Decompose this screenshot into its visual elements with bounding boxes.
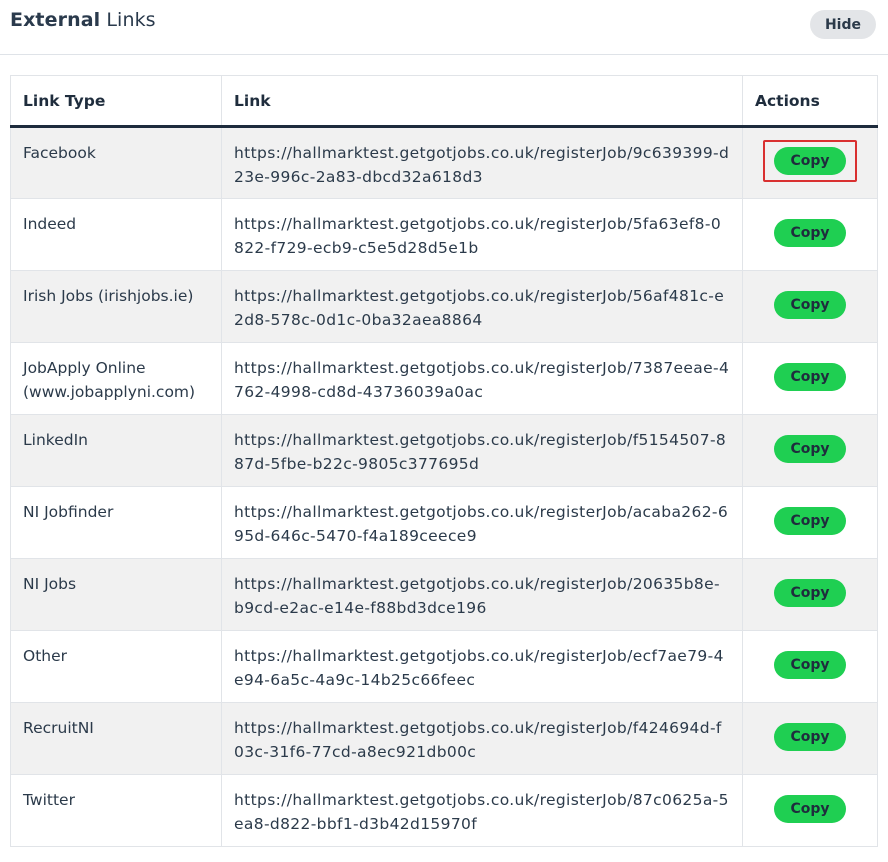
link-type-cell: NI Jobs bbox=[10, 558, 222, 631]
copy-button[interactable]: Copy bbox=[774, 362, 846, 391]
link-type-cell: Facebook bbox=[10, 126, 222, 199]
actions-cell: Copy bbox=[742, 630, 878, 703]
copy-button-wrapper: Copy bbox=[763, 212, 857, 254]
link-url-cell: https://hallmarktest.getgotjobs.co.uk/re… bbox=[221, 774, 743, 847]
link-type-cell: NI Jobfinder bbox=[10, 486, 222, 559]
actions-cell: Copy bbox=[742, 414, 878, 487]
link-type-cell: Other bbox=[10, 630, 222, 703]
hide-button[interactable]: Hide bbox=[810, 10, 876, 39]
external-links-table: Link Type Link Actions Facebook https://h… bbox=[10, 75, 878, 847]
copy-button[interactable]: Copy bbox=[774, 434, 846, 463]
copy-button[interactable]: Copy bbox=[774, 290, 846, 319]
table-row: NI Jobfinder https://hallmarktest.getgotj… bbox=[10, 486, 878, 559]
actions-cell: Copy bbox=[742, 774, 878, 847]
actions-cell: Copy bbox=[742, 342, 878, 415]
link-url-cell: https://hallmarktest.getgotjobs.co.uk/re… bbox=[221, 342, 743, 415]
link-type-cell: Twitter bbox=[10, 774, 222, 847]
actions-cell: Copy bbox=[742, 702, 878, 775]
copy-button[interactable]: Copy bbox=[774, 794, 846, 823]
table-header-row: Link Type Link Actions bbox=[10, 75, 878, 128]
link-url-cell: https://hallmarktest.getgotjobs.co.uk/re… bbox=[221, 198, 743, 271]
table-row: LinkedIn https://hallmarktest.getgotjobs.… bbox=[10, 414, 878, 487]
actions-cell: Copy bbox=[742, 198, 878, 271]
section-title-rest: Links bbox=[100, 9, 156, 31]
table-row: RecruitNI https://hallmarktest.getgotjobs… bbox=[10, 702, 878, 775]
link-url-cell: https://hallmarktest.getgotjobs.co.uk/re… bbox=[221, 414, 743, 487]
link-url-cell: https://hallmarktest.getgotjobs.co.uk/re… bbox=[221, 630, 743, 703]
copy-button-highlight-frame: Copy bbox=[763, 140, 857, 182]
link-type-cell: LinkedIn bbox=[10, 414, 222, 487]
copy-button-wrapper: Copy bbox=[763, 500, 857, 542]
copy-button-wrapper: Copy bbox=[763, 572, 857, 614]
link-type-cell: RecruitNI bbox=[10, 702, 222, 775]
link-type-cell: JobApply Online (www.jobapplyni.com) bbox=[10, 342, 222, 415]
column-header-link: Link bbox=[221, 75, 743, 128]
table-row: Indeed https://hallmarktest.getgotjobs.co… bbox=[10, 198, 878, 271]
table-row: Facebook https://hallmarktest.getgotjobs.… bbox=[10, 126, 878, 199]
table-row: Twitter https://hallmarktest.getgotjobs.c… bbox=[10, 774, 878, 847]
table-row: JobApply Online (www.jobapplyni.com) http… bbox=[10, 342, 878, 415]
link-type-cell: Indeed bbox=[10, 198, 222, 271]
link-url-cell: https://hallmarktest.getgotjobs.co.uk/re… bbox=[221, 126, 743, 199]
section-header: External Links Hide bbox=[0, 0, 888, 55]
actions-cell: Copy bbox=[742, 270, 878, 343]
section-title: External Links bbox=[10, 9, 156, 31]
copy-button-wrapper: Copy bbox=[763, 356, 857, 398]
copy-button-wrapper: Copy bbox=[763, 428, 857, 470]
actions-cell: Copy bbox=[742, 126, 878, 199]
copy-button[interactable]: Copy bbox=[774, 578, 846, 607]
link-url-cell: https://hallmarktest.getgotjobs.co.uk/re… bbox=[221, 270, 743, 343]
link-type-cell: Irish Jobs (irishjobs.ie) bbox=[10, 270, 222, 343]
copy-button-wrapper: Copy bbox=[763, 716, 857, 758]
actions-cell: Copy bbox=[742, 558, 878, 631]
column-header-link-type: Link Type bbox=[10, 75, 222, 128]
link-url-cell: https://hallmarktest.getgotjobs.co.uk/re… bbox=[221, 702, 743, 775]
table-row: Irish Jobs (irishjobs.ie) https://hallmar… bbox=[10, 270, 878, 343]
copy-button-wrapper: Copy bbox=[763, 788, 857, 830]
table-row: Other https://hallmarktest.getgotjobs.co.… bbox=[10, 630, 878, 703]
copy-button-wrapper: Copy bbox=[763, 284, 857, 326]
copy-button-wrapper: Copy bbox=[763, 644, 857, 686]
copy-button[interactable]: Copy bbox=[774, 722, 846, 751]
column-header-actions: Actions bbox=[742, 75, 878, 128]
link-url-cell: https://hallmarktest.getgotjobs.co.uk/re… bbox=[221, 558, 743, 631]
copy-button[interactable]: Copy bbox=[774, 147, 846, 175]
table-row: NI Jobs https://hallmarktest.getgotjobs.c… bbox=[10, 558, 878, 631]
copy-button[interactable]: Copy bbox=[774, 218, 846, 247]
copy-button[interactable]: Copy bbox=[774, 506, 846, 535]
link-url-cell: https://hallmarktest.getgotjobs.co.uk/re… bbox=[221, 486, 743, 559]
actions-cell: Copy bbox=[742, 486, 878, 559]
copy-button[interactable]: Copy bbox=[774, 650, 846, 679]
section-title-bold: External bbox=[10, 9, 101, 31]
